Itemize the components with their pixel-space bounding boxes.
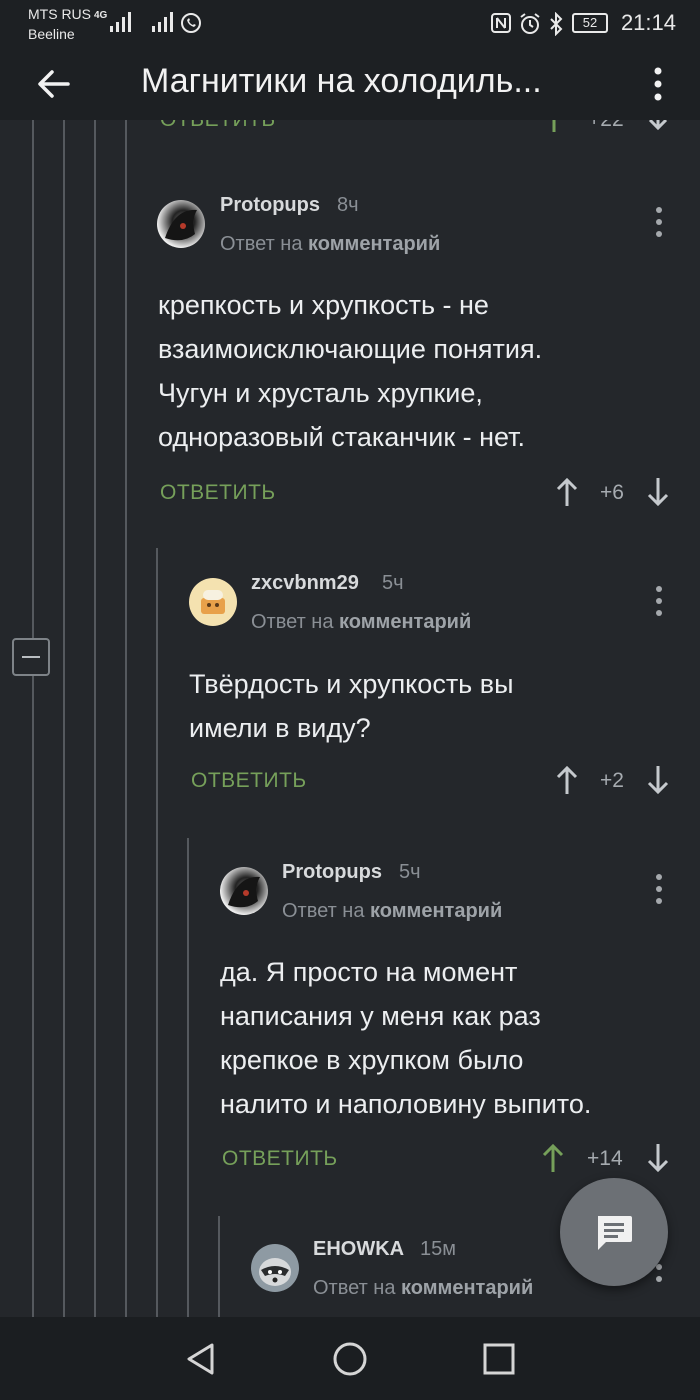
reply-to: Ответ на комментарий [313, 1277, 533, 1300]
carrier-primary: MTS RUS [28, 6, 91, 22]
clock: 21:14 [620, 10, 676, 35]
downvote-icon[interactable] [647, 764, 669, 796]
reply-to-link[interactable]: комментарий [339, 611, 471, 633]
collapse-thread-button[interactable] [12, 638, 50, 676]
comment-line: крепкость и хрупкость - не [158, 290, 489, 320]
page-title: Магнитики на холодиль... [141, 62, 542, 100]
comment-body: Твёрдость и хрупкость вы имели в виду? [189, 662, 659, 750]
comment-score: +2 [600, 769, 624, 792]
bluetooth-icon [550, 12, 563, 36]
upvote-icon[interactable] [556, 764, 578, 796]
comment-line: крепкое в хрупком было [220, 1045, 524, 1075]
reply-to: Ответ на комментарий [282, 900, 502, 923]
reply-to-link[interactable]: комментарий [370, 900, 502, 922]
nav-recents-icon[interactable] [482, 1342, 516, 1376]
reply-to-prefix: Ответ на [313, 1277, 396, 1299]
avatar-image [165, 209, 197, 241]
reply-to-prefix: Ответ на [282, 900, 365, 922]
thread-line [32, 120, 34, 1317]
partial-comment-actions: ОТВЕТИТЬ +22 [0, 120, 700, 134]
system-nav-bar [0, 1317, 700, 1400]
comment-body: крепкость и хрупкость - не взаимоисключа… [158, 283, 658, 459]
signal-icon [110, 12, 131, 32]
upvote-icon-active[interactable] [542, 1142, 564, 1174]
more-vertical-icon[interactable] [652, 872, 666, 906]
comment-icon [598, 1216, 632, 1250]
comment-line: налито и наполовину выпито. [220, 1089, 592, 1119]
battery-indicator: 52 [572, 13, 608, 33]
avatar-image [259, 1258, 291, 1286]
reply-to-prefix: Ответ на [251, 611, 334, 633]
network-type: 4G [94, 10, 108, 21]
downvote-icon[interactable] [647, 476, 669, 508]
nfc-icon [491, 13, 511, 33]
comment-line: Твёрдость и хрупкость вы [189, 669, 514, 699]
reply-to-prefix: Ответ на [220, 233, 303, 255]
reply-to-link[interactable]: комментарий [401, 1277, 533, 1299]
comment-line: Чугун и хрусталь хрупкие, [158, 378, 483, 408]
arrow-left-icon[interactable] [34, 64, 74, 104]
signal-icon-2 [152, 12, 173, 32]
thread-line [94, 120, 96, 1317]
thread-line [156, 548, 158, 1317]
comment-score: +6 [600, 481, 624, 504]
comment-body: да. Я просто на момент написания у меня … [220, 950, 670, 1126]
alarm-icon [520, 13, 540, 34]
comment-time: 15м [420, 1238, 456, 1260]
comment-line: да. Я просто на момент [220, 957, 518, 987]
carrier-secondary: Beeline [28, 26, 75, 42]
comment-time: 5ч [382, 572, 404, 594]
reply-to: Ответ на комментарий [220, 233, 440, 256]
thread-line [125, 120, 127, 1317]
comment-author[interactable]: zxcvbnm29 [251, 572, 359, 595]
downvote-icon[interactable] [647, 1142, 669, 1174]
more-vertical-icon[interactable] [648, 66, 668, 102]
avatar[interactable] [220, 867, 268, 915]
downvote-icon[interactable] [648, 120, 668, 132]
comment-time: 8ч [337, 194, 359, 216]
comment-score: +22 [588, 120, 624, 132]
comment-score: +14 [587, 1147, 623, 1170]
app-header: Магнитики на холодиль... [0, 48, 700, 120]
status-bar: MTS RUS 4G Beeline 52 21:14 [0, 0, 700, 48]
thread-line [63, 120, 65, 1317]
comment-line: взаимоисключающие понятия. [158, 334, 543, 364]
thread-line [218, 1216, 220, 1317]
avatar[interactable] [189, 578, 237, 626]
reply-to: Ответ на комментарий [251, 611, 471, 634]
reply-button[interactable]: ОТВЕТИТЬ [191, 769, 307, 793]
avatar-image [201, 590, 225, 614]
comment-line: имели в виду? [189, 713, 371, 743]
comment-time: 5ч [399, 861, 421, 883]
reply-button[interactable]: ОТВЕТИТЬ [222, 1147, 338, 1171]
write-comment-button[interactable] [560, 1178, 668, 1286]
whatsapp-icon [181, 13, 201, 33]
avatar[interactable] [157, 200, 205, 248]
nav-back-icon[interactable] [184, 1342, 216, 1376]
more-vertical-icon[interactable] [652, 584, 666, 618]
reply-to-link[interactable]: комментарий [308, 233, 440, 255]
more-vertical-icon[interactable] [652, 205, 666, 239]
thread-line [187, 838, 189, 1317]
comment-line: одноразовый стаканчик - нет. [158, 422, 526, 452]
comment-author[interactable]: Protopups [220, 194, 320, 217]
reply-button[interactable]: ОТВЕТИТЬ [160, 120, 276, 132]
avatar[interactable] [251, 1244, 299, 1292]
upvote-icon[interactable] [544, 120, 564, 134]
reply-button[interactable]: ОТВЕТИТЬ [160, 481, 276, 505]
comment-line: написания у меня как раз [220, 1001, 541, 1031]
upvote-icon[interactable] [556, 476, 578, 508]
comment-author[interactable]: EHOWKA [313, 1238, 404, 1261]
nav-home-icon[interactable] [332, 1341, 368, 1377]
comment-author[interactable]: Protopups [282, 861, 382, 884]
avatar-image [228, 876, 260, 908]
